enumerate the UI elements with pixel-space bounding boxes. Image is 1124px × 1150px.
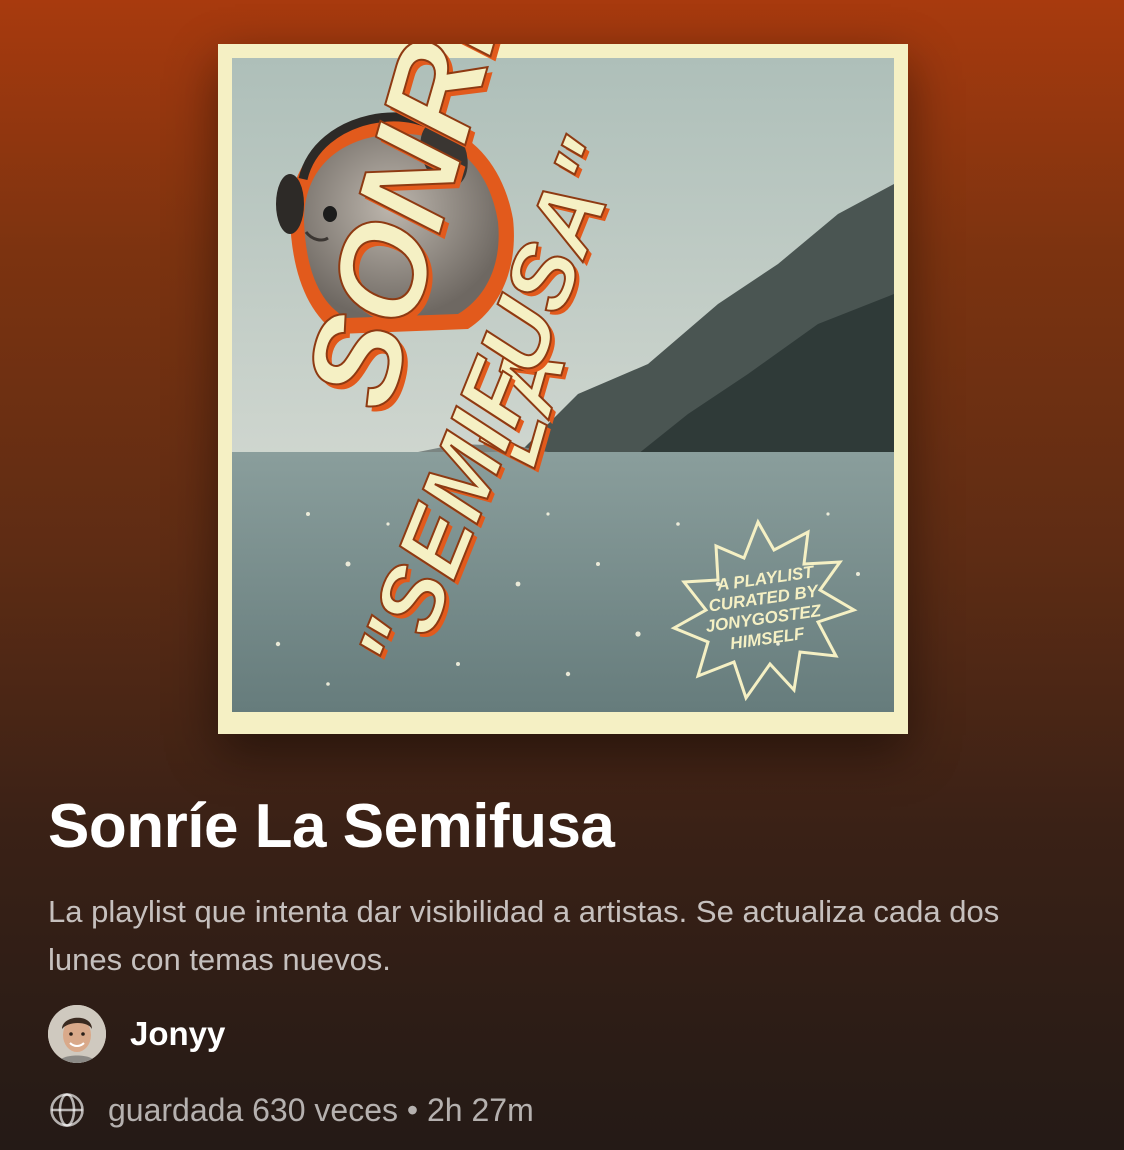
avatar-image — [48, 1005, 106, 1063]
playlist-meta: guardada 630 veces • 2h 27m — [48, 1086, 534, 1134]
playlist-cover[interactable]: SONRÍE SONRÍE LA LA "SEMIFUSA" "SEMIFUSA… — [218, 44, 908, 734]
playlist-meta-text: guardada 630 veces • 2h 27m — [108, 1091, 534, 1128]
playlist-title: Sonríe La Semifusa — [48, 792, 615, 861]
cover-art: SONRÍE SONRÍE LA LA "SEMIFUSA" "SEMIFUSA… — [218, 44, 908, 734]
playlist-description: La playlist que intenta dar visibilidad … — [48, 894, 1000, 977]
avatar[interactable] — [48, 1005, 106, 1063]
owner-name[interactable]: Jonyy — [130, 1015, 225, 1053]
owner-row[interactable]: Jonyy — [48, 1004, 225, 1064]
globe-icon — [50, 1093, 84, 1127]
